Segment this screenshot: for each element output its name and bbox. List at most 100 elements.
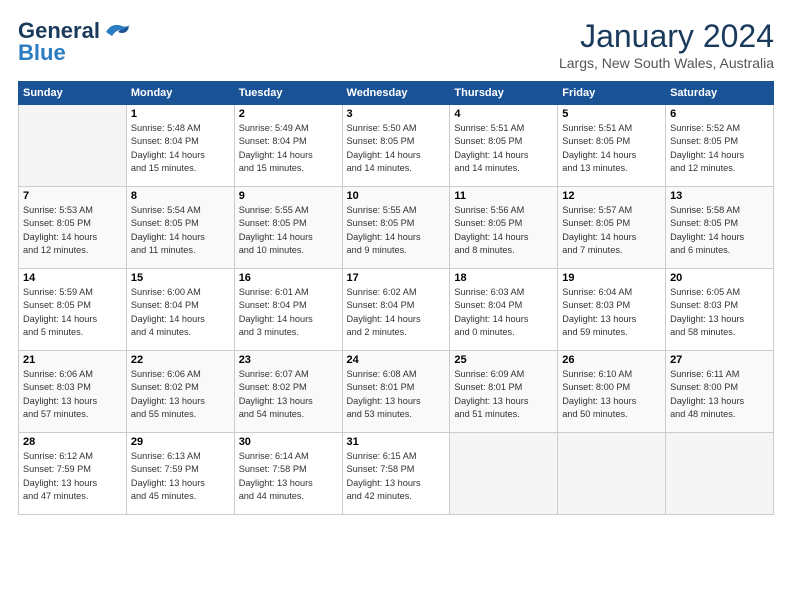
day-number: 30: [239, 436, 338, 448]
day-info: Sunrise: 5:51 AM Sunset: 8:05 PM Dayligh…: [454, 122, 553, 175]
day-info: Sunrise: 5:49 AM Sunset: 8:04 PM Dayligh…: [239, 122, 338, 175]
calendar-cell: [19, 105, 127, 187]
header: General Blue January 2024 Largs, New Sou…: [18, 18, 774, 71]
calendar-cell: [450, 433, 558, 515]
day-number: 6: [670, 108, 769, 120]
day-number: 14: [23, 272, 122, 284]
day-number: 22: [131, 354, 230, 366]
calendar-cell: 29Sunrise: 6:13 AM Sunset: 7:59 PM Dayli…: [126, 433, 234, 515]
day-info: Sunrise: 5:56 AM Sunset: 8:05 PM Dayligh…: [454, 204, 553, 257]
day-number: 23: [239, 354, 338, 366]
day-info: Sunrise: 5:54 AM Sunset: 8:05 PM Dayligh…: [131, 204, 230, 257]
calendar-cell: 15 Sunrise: 6:00 AM Sunset: 8:04 PM Dayli…: [126, 269, 234, 351]
day-info: Sunrise: 6:10 AM Sunset: 8:00 PM Dayligh…: [562, 368, 661, 421]
calendar-cell: 3Sunrise: 5:50 AM Sunset: 8:05 PM Daylig…: [342, 105, 450, 187]
calendar-cell: 1 Sunrise: 5:48 AM Sunset: 8:04 PM Daylig…: [126, 105, 234, 187]
weekday-header-friday: Friday: [558, 82, 666, 105]
day-number: 28: [23, 436, 122, 448]
title-section: January 2024 Largs, New South Wales, Aus…: [559, 18, 774, 71]
weekday-header-row: SundayMondayTuesdayWednesdayThursdayFrid…: [19, 82, 774, 105]
day-number: 19: [562, 272, 661, 284]
day-number: 8: [131, 190, 230, 202]
day-number: 15: [131, 272, 230, 284]
day-number: 13: [670, 190, 769, 202]
calendar-cell: 26 Sunrise: 6:10 AM Sunset: 8:00 PM Dayli…: [558, 351, 666, 433]
weekday-header-tuesday: Tuesday: [234, 82, 342, 105]
calendar-cell: 18 Sunrise: 6:03 AM Sunset: 8:04 PM Dayli…: [450, 269, 558, 351]
day-info: Sunrise: 5:57 AM Sunset: 8:05 PM Dayligh…: [562, 204, 661, 257]
logo: General Blue: [18, 18, 132, 66]
day-number: 10: [347, 190, 446, 202]
day-info: Sunrise: 6:06 AM Sunset: 8:02 PM Dayligh…: [131, 368, 230, 421]
day-info: Sunrise: 6:02 AM Sunset: 8:04 PM Dayligh…: [347, 286, 446, 339]
calendar-cell: 20Sunrise: 6:05 AM Sunset: 8:03 PM Dayli…: [666, 269, 774, 351]
calendar-cell: 28 Sunrise: 6:12 AM Sunset: 7:59 PM Dayli…: [19, 433, 127, 515]
calendar-cell: 8 Sunrise: 5:54 AM Sunset: 8:05 PM Daylig…: [126, 187, 234, 269]
calendar-week-1: 1 Sunrise: 5:48 AM Sunset: 8:04 PM Daylig…: [19, 105, 774, 187]
day-info: Sunrise: 6:11 AM Sunset: 8:00 PM Dayligh…: [670, 368, 769, 421]
calendar-cell: 11 Sunrise: 5:56 AM Sunset: 8:05 PM Dayli…: [450, 187, 558, 269]
calendar-cell: 10 Sunrise: 5:55 AM Sunset: 8:05 PM Dayli…: [342, 187, 450, 269]
calendar-cell: [558, 433, 666, 515]
day-number: 18: [454, 272, 553, 284]
day-info: Sunrise: 6:00 AM Sunset: 8:04 PM Dayligh…: [131, 286, 230, 339]
day-info: Sunrise: 6:08 AM Sunset: 8:01 PM Dayligh…: [347, 368, 446, 421]
page: General Blue January 2024 Largs, New Sou…: [0, 0, 792, 527]
day-info: Sunrise: 5:55 AM Sunset: 8:05 PM Dayligh…: [347, 204, 446, 257]
day-info: Sunrise: 5:55 AM Sunset: 8:05 PM Dayligh…: [239, 204, 338, 257]
day-info: Sunrise: 6:14 AM Sunset: 7:58 PM Dayligh…: [239, 450, 338, 503]
day-number: 31: [347, 436, 446, 448]
day-info: Sunrise: 6:15 AM Sunset: 7:58 PM Dayligh…: [347, 450, 446, 503]
day-info: Sunrise: 6:01 AM Sunset: 8:04 PM Dayligh…: [239, 286, 338, 339]
calendar-cell: 22 Sunrise: 6:06 AM Sunset: 8:02 PM Dayli…: [126, 351, 234, 433]
weekday-header-thursday: Thursday: [450, 82, 558, 105]
day-number: 4: [454, 108, 553, 120]
calendar-cell: 23 Sunrise: 6:07 AM Sunset: 8:02 PM Dayli…: [234, 351, 342, 433]
calendar-cell: 27 Sunrise: 6:11 AM Sunset: 8:00 PM Dayli…: [666, 351, 774, 433]
calendar-cell: 21Sunrise: 6:06 AM Sunset: 8:03 PM Dayli…: [19, 351, 127, 433]
calendar-cell: 25 Sunrise: 6:09 AM Sunset: 8:01 PM Dayli…: [450, 351, 558, 433]
day-number: 12: [562, 190, 661, 202]
day-info: Sunrise: 6:13 AM Sunset: 7:59 PM Dayligh…: [131, 450, 230, 503]
day-info: Sunrise: 5:48 AM Sunset: 8:04 PM Dayligh…: [131, 122, 230, 175]
day-number: 2: [239, 108, 338, 120]
day-number: 11: [454, 190, 553, 202]
day-number: 24: [347, 354, 446, 366]
calendar-cell: 5 Sunrise: 5:51 AM Sunset: 8:05 PM Daylig…: [558, 105, 666, 187]
day-info: Sunrise: 6:03 AM Sunset: 8:04 PM Dayligh…: [454, 286, 553, 339]
day-info: Sunrise: 5:51 AM Sunset: 8:05 PM Dayligh…: [562, 122, 661, 175]
day-info: Sunrise: 6:12 AM Sunset: 7:59 PM Dayligh…: [23, 450, 122, 503]
day-number: 27: [670, 354, 769, 366]
weekday-header-saturday: Saturday: [666, 82, 774, 105]
calendar-cell: 9 Sunrise: 5:55 AM Sunset: 8:05 PM Daylig…: [234, 187, 342, 269]
weekday-header-monday: Monday: [126, 82, 234, 105]
day-info: Sunrise: 6:09 AM Sunset: 8:01 PM Dayligh…: [454, 368, 553, 421]
calendar-cell: 4 Sunrise: 5:51 AM Sunset: 8:05 PM Daylig…: [450, 105, 558, 187]
day-number: 1: [131, 108, 230, 120]
day-number: 5: [562, 108, 661, 120]
calendar-week-5: 28 Sunrise: 6:12 AM Sunset: 7:59 PM Dayli…: [19, 433, 774, 515]
calendar-cell: 31 Sunrise: 6:15 AM Sunset: 7:58 PM Dayli…: [342, 433, 450, 515]
calendar-cell: 12 Sunrise: 5:57 AM Sunset: 8:05 PM Dayli…: [558, 187, 666, 269]
calendar-week-2: 7 Sunrise: 5:53 AM Sunset: 8:05 PM Daylig…: [19, 187, 774, 269]
calendar-cell: 24 Sunrise: 6:08 AM Sunset: 8:01 PM Dayli…: [342, 351, 450, 433]
calendar-cell: 14 Sunrise: 5:59 AM Sunset: 8:05 PM Dayli…: [19, 269, 127, 351]
day-info: Sunrise: 5:52 AM Sunset: 8:05 PM Dayligh…: [670, 122, 769, 175]
day-info: Sunrise: 5:58 AM Sunset: 8:05 PM Dayligh…: [670, 204, 769, 257]
day-info: Sunrise: 6:07 AM Sunset: 8:02 PM Dayligh…: [239, 368, 338, 421]
calendar-cell: 19 Sunrise: 6:04 AM Sunset: 8:03 PM Dayli…: [558, 269, 666, 351]
calendar-cell: 16Sunrise: 6:01 AM Sunset: 8:04 PM Dayli…: [234, 269, 342, 351]
day-number: 20: [670, 272, 769, 284]
day-number: 26: [562, 354, 661, 366]
day-info: Sunrise: 5:59 AM Sunset: 8:05 PM Dayligh…: [23, 286, 122, 339]
calendar-cell: 6 Sunrise: 5:52 AM Sunset: 8:05 PM Daylig…: [666, 105, 774, 187]
calendar-cell: 2 Sunrise: 5:49 AM Sunset: 8:04 PM Daylig…: [234, 105, 342, 187]
weekday-header-sunday: Sunday: [19, 82, 127, 105]
day-number: 25: [454, 354, 553, 366]
day-number: 7: [23, 190, 122, 202]
calendar-cell: 13 Sunrise: 5:58 AM Sunset: 8:05 PM Dayli…: [666, 187, 774, 269]
day-number: 9: [239, 190, 338, 202]
day-info: Sunrise: 6:04 AM Sunset: 8:03 PM Dayligh…: [562, 286, 661, 339]
day-info: Sunrise: 5:53 AM Sunset: 8:05 PM Dayligh…: [23, 204, 122, 257]
calendar-week-3: 14 Sunrise: 5:59 AM Sunset: 8:05 PM Dayli…: [19, 269, 774, 351]
